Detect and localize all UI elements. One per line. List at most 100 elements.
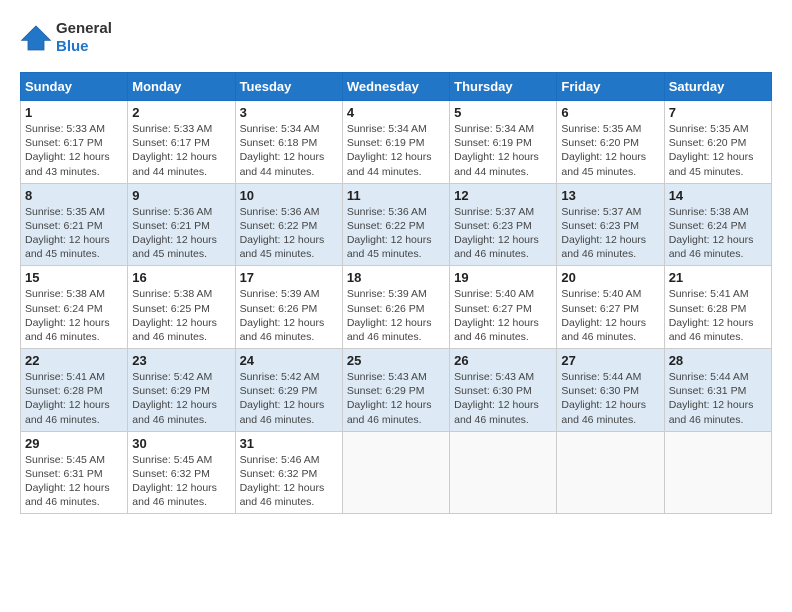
day-number: 31 [240,436,338,451]
day-number: 16 [132,270,230,285]
day-info: Sunrise: 5:41 AMSunset: 6:28 PMDaylight:… [669,287,767,344]
day-info: Sunrise: 5:44 AMSunset: 6:31 PMDaylight:… [669,370,767,427]
day-number: 28 [669,353,767,368]
logo: General Blue [20,20,112,56]
day-number: 8 [25,188,123,203]
calendar-cell: 14 Sunrise: 5:38 AMSunset: 6:24 PMDayligh… [664,183,771,266]
day-info: Sunrise: 5:39 AMSunset: 6:26 PMDaylight:… [347,287,445,344]
day-info: Sunrise: 5:34 AMSunset: 6:19 PMDaylight:… [454,122,552,179]
day-info: Sunrise: 5:46 AMSunset: 6:32 PMDaylight:… [240,453,338,510]
day-info: Sunrise: 5:41 AMSunset: 6:28 PMDaylight:… [25,370,123,427]
calendar-cell: 25 Sunrise: 5:43 AMSunset: 6:29 PMDayligh… [342,349,449,432]
day-number: 7 [669,105,767,120]
day-info: Sunrise: 5:33 AMSunset: 6:17 PMDaylight:… [25,122,123,179]
day-info: Sunrise: 5:35 AMSunset: 6:20 PMDaylight:… [669,122,767,179]
calendar-cell: 26 Sunrise: 5:43 AMSunset: 6:30 PMDayligh… [450,349,557,432]
calendar-cell: 20 Sunrise: 5:40 AMSunset: 6:27 PMDayligh… [557,266,664,349]
day-number: 29 [25,436,123,451]
day-number: 4 [347,105,445,120]
calendar-cell: 16 Sunrise: 5:38 AMSunset: 6:25 PMDayligh… [128,266,235,349]
day-info: Sunrise: 5:42 AMSunset: 6:29 PMDaylight:… [132,370,230,427]
calendar-cell: 11 Sunrise: 5:36 AMSunset: 6:22 PMDayligh… [342,183,449,266]
weekday-header-row: SundayMondayTuesdayWednesdayThursdayFrid… [21,73,772,101]
day-info: Sunrise: 5:40 AMSunset: 6:27 PMDaylight:… [454,287,552,344]
calendar-cell: 4 Sunrise: 5:34 AMSunset: 6:19 PMDaylight… [342,101,449,184]
calendar-cell [664,431,771,514]
day-number: 18 [347,270,445,285]
calendar-cell: 1Sunrise: 5:33 AMSunset: 6:17 PMDaylight… [21,101,128,184]
calendar-cell: 6Sunrise: 5:35 AMSunset: 6:20 PMDaylight… [557,101,664,184]
day-number: 20 [561,270,659,285]
calendar-cell [450,431,557,514]
calendar-cell: 9Sunrise: 5:36 AMSunset: 6:21 PMDaylight… [128,183,235,266]
day-info: Sunrise: 5:43 AMSunset: 6:30 PMDaylight:… [454,370,552,427]
calendar-cell: 12 Sunrise: 5:37 AMSunset: 6:23 PMDayligh… [450,183,557,266]
day-number: 30 [132,436,230,451]
weekday-header-monday: Monday [128,73,235,101]
weekday-header-thursday: Thursday [450,73,557,101]
calendar-cell: 3 Sunrise: 5:34 AMSunset: 6:18 PMDaylight… [235,101,342,184]
day-info: Sunrise: 5:36 AMSunset: 6:21 PMDaylight:… [132,205,230,262]
day-number: 2 [132,105,230,120]
calendar-cell: 13 Sunrise: 5:37 AMSunset: 6:23 PMDayligh… [557,183,664,266]
day-number: 3 [240,105,338,120]
calendar-cell: 24Sunrise: 5:42 AMSunset: 6:29 PMDayligh… [235,349,342,432]
day-number: 26 [454,353,552,368]
calendar-cell: 17 Sunrise: 5:39 AMSunset: 6:26 PMDayligh… [235,266,342,349]
logo-icon [20,24,52,52]
day-info: Sunrise: 5:40 AMSunset: 6:27 PMDaylight:… [561,287,659,344]
day-number: 14 [669,188,767,203]
calendar-week-row: 8 Sunrise: 5:35 AMSunset: 6:21 PMDaylight… [21,183,772,266]
weekday-header-friday: Friday [557,73,664,101]
calendar-cell [557,431,664,514]
day-number: 11 [347,188,445,203]
day-number: 25 [347,353,445,368]
calendar-cell [342,431,449,514]
calendar-table: SundayMondayTuesdayWednesdayThursdayFrid… [20,72,772,514]
calendar-cell: 18 Sunrise: 5:39 AMSunset: 6:26 PMDayligh… [342,266,449,349]
day-number: 24 [240,353,338,368]
day-info: Sunrise: 5:37 AMSunset: 6:23 PMDaylight:… [454,205,552,262]
calendar-cell: 19 Sunrise: 5:40 AMSunset: 6:27 PMDayligh… [450,266,557,349]
calendar-week-row: 15Sunrise: 5:38 AMSunset: 6:24 PMDayligh… [21,266,772,349]
calendar-cell: 28 Sunrise: 5:44 AMSunset: 6:31 PMDayligh… [664,349,771,432]
calendar-cell: 23 Sunrise: 5:42 AMSunset: 6:29 PMDayligh… [128,349,235,432]
day-number: 17 [240,270,338,285]
day-info: Sunrise: 5:34 AMSunset: 6:19 PMDaylight:… [347,122,445,179]
calendar-week-row: 1Sunrise: 5:33 AMSunset: 6:17 PMDaylight… [21,101,772,184]
weekday-header-wednesday: Wednesday [342,73,449,101]
day-info: Sunrise: 5:44 AMSunset: 6:30 PMDaylight:… [561,370,659,427]
day-number: 23 [132,353,230,368]
weekday-header-saturday: Saturday [664,73,771,101]
day-info: Sunrise: 5:45 AMSunset: 6:31 PMDaylight:… [25,453,123,510]
day-number: 15 [25,270,123,285]
day-info: Sunrise: 5:38 AMSunset: 6:24 PMDaylight:… [669,205,767,262]
weekday-header-tuesday: Tuesday [235,73,342,101]
calendar-cell: 22 Sunrise: 5:41 AMSunset: 6:28 PMDayligh… [21,349,128,432]
day-number: 10 [240,188,338,203]
day-number: 13 [561,188,659,203]
day-info: Sunrise: 5:39 AMSunset: 6:26 PMDaylight:… [240,287,338,344]
day-info: Sunrise: 5:33 AMSunset: 6:17 PMDaylight:… [132,122,230,179]
day-number: 12 [454,188,552,203]
day-info: Sunrise: 5:37 AMSunset: 6:23 PMDaylight:… [561,205,659,262]
day-info: Sunrise: 5:43 AMSunset: 6:29 PMDaylight:… [347,370,445,427]
calendar-cell: 29 Sunrise: 5:45 AMSunset: 6:31 PMDayligh… [21,431,128,514]
day-info: Sunrise: 5:45 AMSunset: 6:32 PMDaylight:… [132,453,230,510]
day-number: 27 [561,353,659,368]
calendar-cell: 2 Sunrise: 5:33 AMSunset: 6:17 PMDaylight… [128,101,235,184]
day-info: Sunrise: 5:35 AMSunset: 6:21 PMDaylight:… [25,205,123,262]
day-info: Sunrise: 5:34 AMSunset: 6:18 PMDaylight:… [240,122,338,179]
day-number: 6 [561,105,659,120]
page-header: General Blue [20,20,772,56]
day-info: Sunrise: 5:36 AMSunset: 6:22 PMDaylight:… [347,205,445,262]
day-number: 22 [25,353,123,368]
calendar-cell: 31 Sunrise: 5:46 AMSunset: 6:32 PMDayligh… [235,431,342,514]
calendar-cell: 27 Sunrise: 5:44 AMSunset: 6:30 PMDayligh… [557,349,664,432]
calendar-cell: 7 Sunrise: 5:35 AMSunset: 6:20 PMDaylight… [664,101,771,184]
day-info: Sunrise: 5:38 AMSunset: 6:25 PMDaylight:… [132,287,230,344]
calendar-cell: 30 Sunrise: 5:45 AMSunset: 6:32 PMDayligh… [128,431,235,514]
weekday-header-sunday: Sunday [21,73,128,101]
day-number: 19 [454,270,552,285]
calendar-week-row: 22 Sunrise: 5:41 AMSunset: 6:28 PMDayligh… [21,349,772,432]
